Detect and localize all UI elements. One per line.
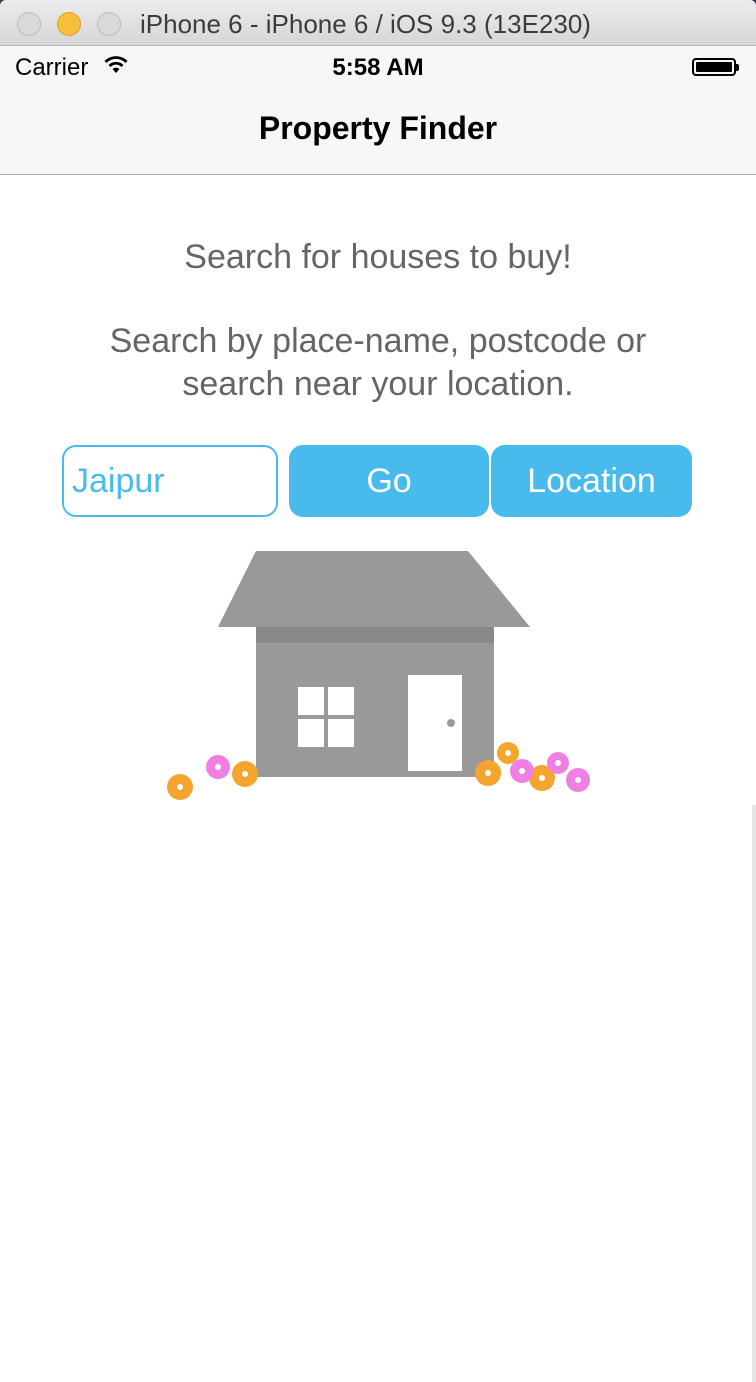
status-bar: Carrier 5:58 AM bbox=[0, 46, 756, 88]
search-input[interactable] bbox=[62, 445, 278, 517]
zoom-window-button[interactable] bbox=[97, 12, 121, 36]
close-window-button[interactable] bbox=[17, 12, 41, 36]
description-text: Search for houses to buy! bbox=[184, 238, 572, 276]
desktop-edge bbox=[752, 805, 756, 1382]
page-title: Property Finder bbox=[258, 110, 498, 146]
simulator-window: iPhone 6 - iPhone 6 / iOS 9.3 (13E230) C… bbox=[0, 0, 756, 1382]
navigation-bar: Property Finder bbox=[0, 88, 756, 175]
location-button[interactable]: Location bbox=[491, 445, 692, 517]
house-illustration bbox=[167, 551, 590, 800]
status-clock: 5:58 AM bbox=[332, 54, 424, 81]
instructions-text: Search by place-name, postcode or search… bbox=[109, 322, 647, 403]
go-button[interactable]: Go bbox=[289, 445, 489, 517]
window-titlebar: iPhone 6 - iPhone 6 / iOS 9.3 (13E230) bbox=[0, 0, 756, 46]
battery-icon bbox=[692, 58, 739, 76]
search-page: Search for houses to buy! Search by plac… bbox=[0, 175, 756, 1382]
window-title: iPhone 6 - iPhone 6 / iOS 9.3 (13E230) bbox=[140, 9, 591, 39]
minimize-window-button[interactable] bbox=[57, 12, 81, 36]
